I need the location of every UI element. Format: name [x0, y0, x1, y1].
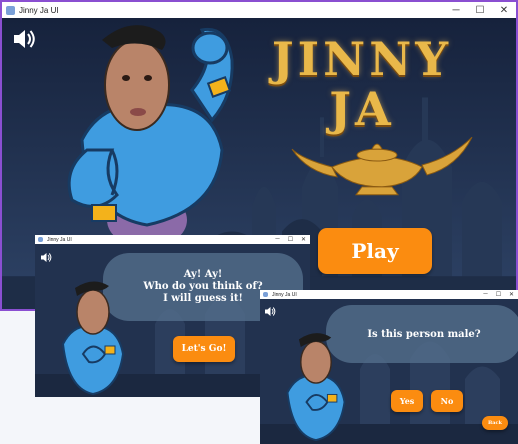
back-button[interactable]: Back	[482, 416, 508, 430]
speech-line-2: Who do you think of?	[143, 281, 263, 292]
minimize-button[interactable]: ─	[479, 291, 492, 298]
close-button[interactable]: ✕	[505, 291, 518, 298]
speaker-icon[interactable]	[264, 302, 276, 321]
app-icon	[263, 292, 268, 297]
thinking-genie	[61, 281, 125, 396]
yes-button[interactable]: Yes	[391, 390, 423, 412]
minimize-button[interactable]: ─	[444, 5, 468, 16]
close-button[interactable]: ✕	[492, 5, 516, 16]
question-bubble: Is this person male?	[326, 305, 518, 363]
question-scene: Is this person male? Yes No Back	[260, 299, 518, 444]
minimize-button[interactable]: ─	[271, 236, 284, 243]
close-button[interactable]: ✕	[297, 236, 310, 243]
genie-character	[67, 25, 234, 248]
title-bar: Jinny Ja UI ─ ☐ ✕	[260, 290, 518, 299]
maximize-button[interactable]: ☐	[284, 236, 297, 243]
app-icon	[38, 237, 43, 242]
speech-line-3: I will guess it!	[163, 293, 243, 304]
window-title: Jinny Ja UI	[272, 291, 297, 298]
window-title: Jinny Ja UI	[19, 5, 59, 15]
play-button[interactable]: Play	[318, 228, 432, 274]
lets-go-button[interactable]: Let's Go!	[173, 336, 235, 362]
title-bar: Jinny Ja UI ─ ☐ ✕	[2, 2, 516, 18]
thinking-genie	[286, 333, 346, 442]
speech-line-1: Ay! Ay!	[183, 269, 223, 280]
maximize-button[interactable]: ☐	[468, 5, 492, 16]
logo-line-1: JINNY	[271, 32, 453, 86]
app-icon	[6, 5, 15, 15]
speaker-icon[interactable]	[12, 28, 36, 54]
logo-line-2: JA	[329, 82, 395, 136]
maximize-button[interactable]: ☐	[492, 291, 505, 298]
question-window: Jinny Ja UI ─ ☐ ✕ Is this person male? Y…	[260, 290, 518, 444]
window-title: Jinny Ja UI	[47, 236, 72, 243]
speaker-icon[interactable]	[40, 248, 52, 267]
no-button[interactable]: No	[431, 390, 463, 412]
title-bar: Jinny Ja UI ─ ☐ ✕	[35, 235, 310, 244]
